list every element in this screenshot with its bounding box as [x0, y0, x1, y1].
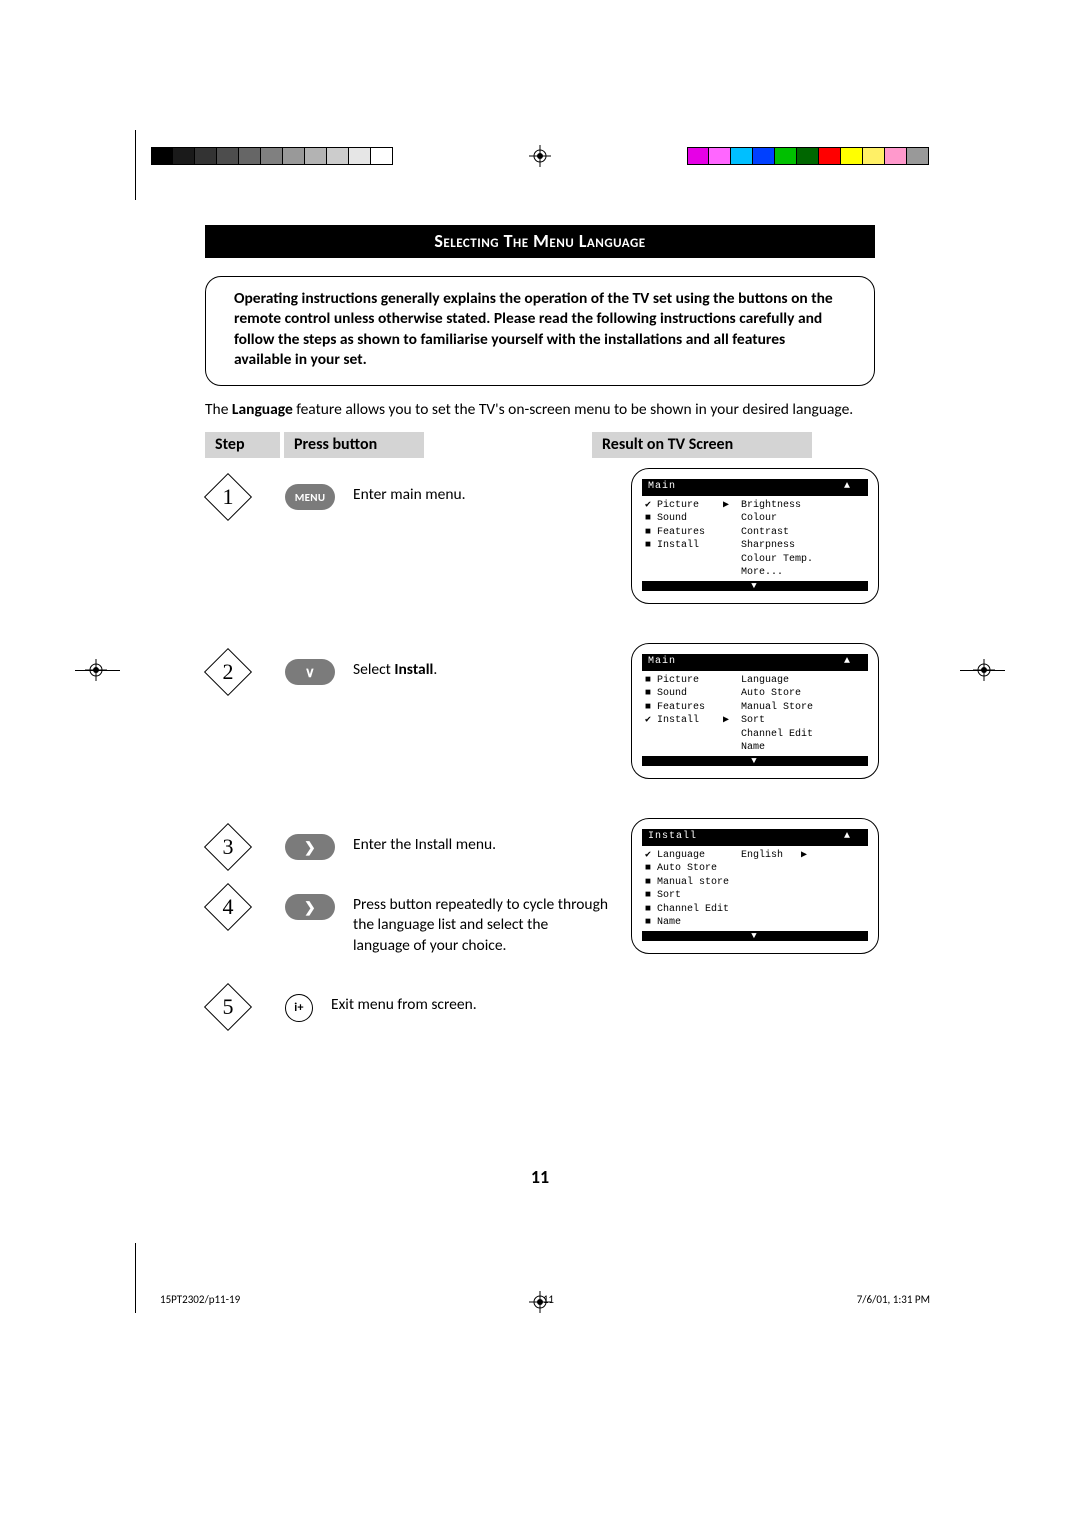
step-row-5: 5 i+ Exit menu from screen. — [205, 984, 586, 1030]
crop-mark — [135, 130, 136, 200]
desc-post: . — [433, 660, 437, 679]
manual-page: Selecting The Menu Language Operating in… — [0, 0, 1080, 1528]
column-headers: Step Press button Result on TV Screen — [205, 432, 875, 458]
greyscale-calibration-strip — [151, 147, 393, 165]
intro-bold: Language — [232, 400, 293, 419]
color-calibration-strip — [687, 147, 929, 165]
step-description: Exit menu from screen. — [331, 995, 586, 1015]
down-button-icon: ∨ — [285, 659, 335, 685]
step-description: Press button repeatedly to cycle through… — [353, 895, 608, 955]
tv-screen-mockup-1: Main▲ ✔ Picture ▶Brightness■ Sound Colou… — [631, 468, 879, 604]
footer-left: 15PT2302/p11-19 — [160, 1293, 240, 1306]
right-button-icon: ❯ — [285, 834, 335, 860]
step-row-1: 1 MENU Enter main menu. — [205, 474, 608, 520]
crop-mark — [135, 1243, 136, 1313]
step-description: Select Install. — [353, 660, 608, 680]
tv-title: Main — [648, 480, 676, 494]
step-number-diamond: 1 — [205, 474, 251, 520]
step-row-2: 2 ∨ Select Install. — [205, 649, 608, 695]
right-button-icon: ❯ — [285, 894, 335, 920]
menu-button-icon: MENU — [285, 484, 335, 510]
tv-screen-mockup-3: Install▲ ✔ LanguageEnglish ▶■ Auto Store… — [631, 818, 879, 954]
registration-mark-icon — [85, 659, 107, 681]
step-description: Enter the Install menu. — [353, 835, 608, 855]
intro-post: feature allows you to set the TV's on-sc… — [293, 400, 853, 419]
footer-right: 7/6/01, 1:31 PM — [857, 1293, 930, 1306]
header-step: Step — [205, 432, 280, 458]
tv-title: Install — [648, 830, 697, 844]
notice-box: Operating instructions generally explain… — [205, 276, 875, 386]
step-row-4: 4 ❯ Press button repeatedly to cycle thr… — [205, 884, 608, 955]
step-number-diamond: 2 — [205, 649, 251, 695]
footer-center: 11 — [240, 1293, 857, 1306]
print-footer: 15PT2302/p11-19 11 7/6/01, 1:31 PM — [160, 1293, 930, 1306]
step-number: 1 — [205, 474, 251, 520]
page-content: Selecting The Menu Language Operating in… — [205, 225, 875, 1094]
desc-pre: Select — [353, 660, 394, 679]
header-press: Press button — [284, 432, 424, 458]
info-button-icon: i+ — [285, 994, 313, 1022]
registration-mark-icon — [529, 145, 551, 167]
step-number-diamond: 3 — [205, 824, 251, 870]
step-number: 2 — [205, 649, 251, 695]
step-description: Enter main menu. — [353, 485, 608, 505]
step-number-diamond: 4 — [205, 884, 251, 930]
step-number: 3 — [205, 824, 251, 870]
desc-bold: Install — [394, 660, 433, 679]
header-result: Result on TV Screen — [592, 432, 812, 458]
tv-screen-mockup-2: Main▲ ■ Picture Language■ Sound Auto Sto… — [631, 643, 879, 779]
step-number-diamond: 5 — [205, 984, 251, 1030]
step-number: 5 — [205, 984, 251, 1030]
tv-title: Main — [648, 655, 676, 669]
registration-mark-icon — [973, 659, 995, 681]
intro-pre: The — [205, 400, 232, 419]
page-number: 11 — [0, 1166, 1080, 1188]
step-number: 4 — [205, 884, 251, 930]
steps-area: 1 MENU Enter main menu. 2 ∨ Select Insta… — [205, 474, 875, 1094]
section-title: Selecting The Menu Language — [205, 225, 875, 258]
step-row-3: 3 ❯ Enter the Install menu. — [205, 824, 608, 870]
intro-text: The Language feature allows you to set t… — [205, 400, 875, 420]
